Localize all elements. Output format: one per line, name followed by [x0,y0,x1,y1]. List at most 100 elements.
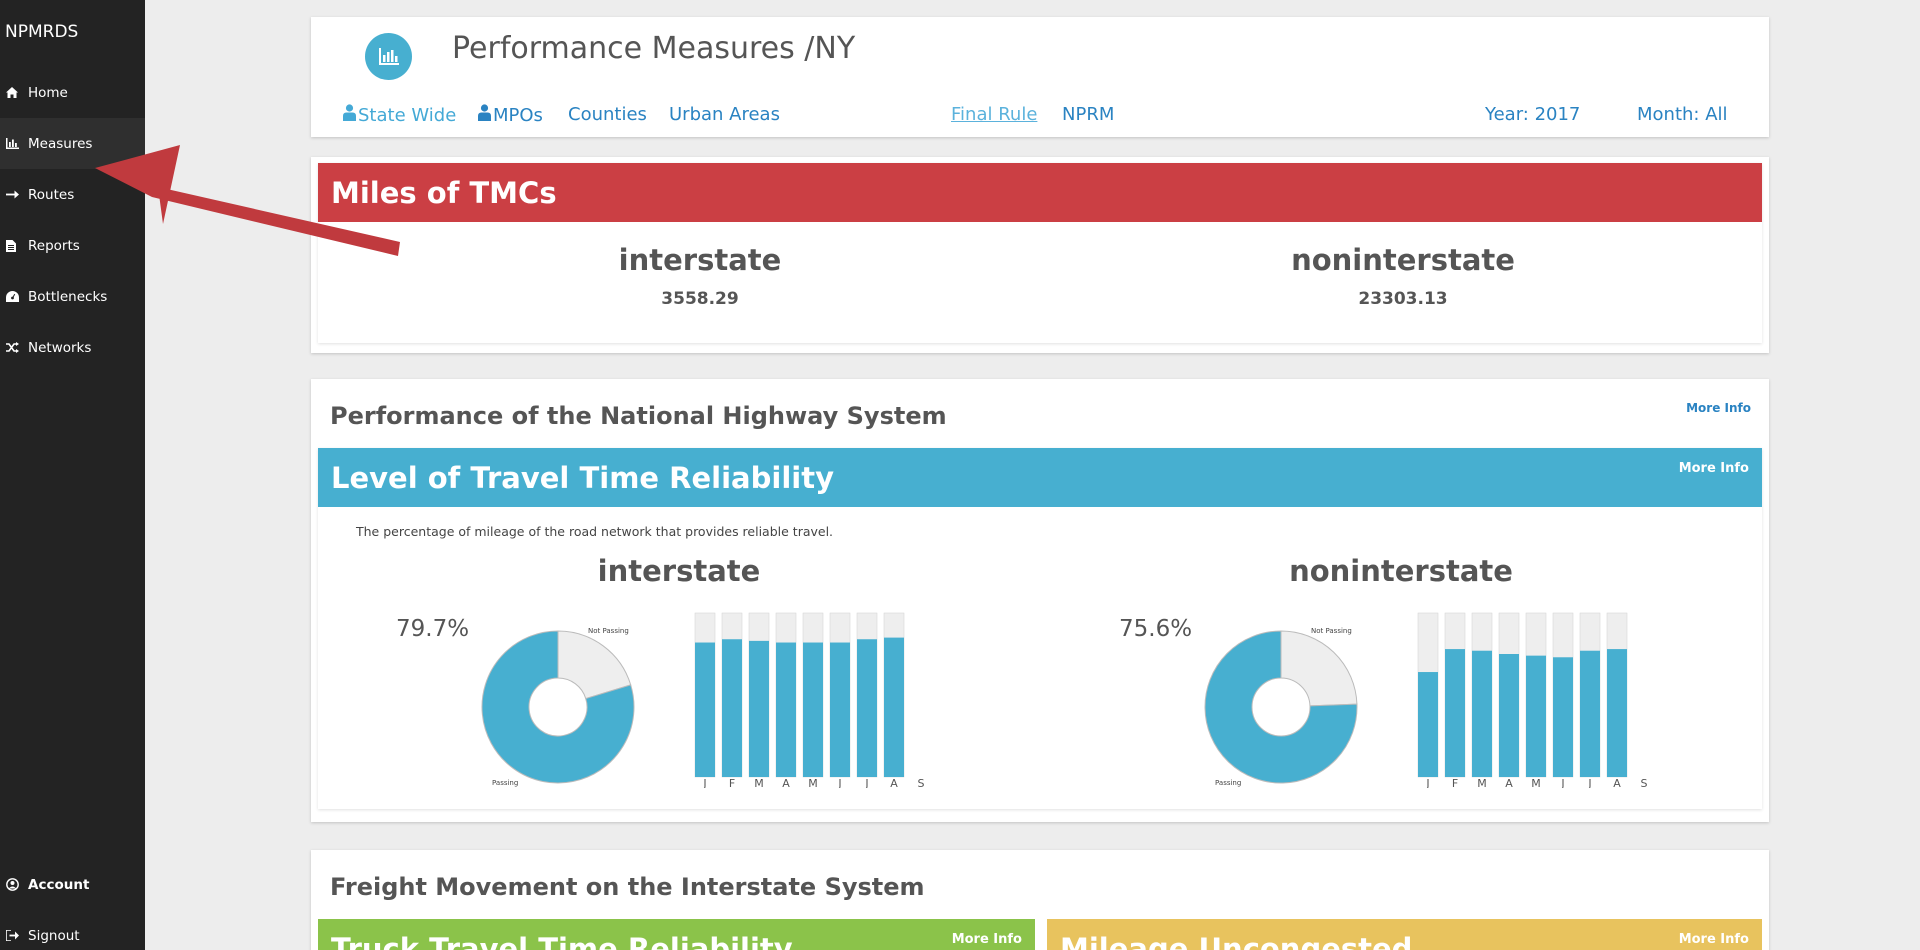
truck-reliability-title-text: Truck Travel Time Reliability [331,931,793,950]
sidebar: NPMRDS Home Measures Routes Reports Bott… [0,0,145,950]
arrow-right-icon [6,188,22,202]
noninterstate-miles-value: 23303.13 [1358,289,1448,309]
bar-chart-icon [6,137,22,151]
tab-counties[interactable]: Counties [568,104,647,125]
noninterstate-percent: 75.6% [1119,616,1193,642]
bar-tick-label: M [1531,777,1541,788]
sidebar-item-home[interactable]: Home [0,67,145,118]
miles-title: Miles of TMCs [318,163,1762,222]
brand-title[interactable]: NPMRDS [5,22,78,42]
bar [722,639,742,777]
user-circle-icon [6,878,22,892]
tab-urban-areas[interactable]: Urban Areas [669,104,780,125]
donut-label-not-passing: Not Passing [588,627,629,635]
truck-reliability-title: Truck Travel Time Reliability More Info [318,919,1035,950]
interstate-donut-chart: Not Passing Passing [481,627,635,787]
tab-state-wide[interactable]: State Wide [343,104,456,126]
tab-final-rule[interactable]: Final Rule [951,104,1037,125]
more-info-link[interactable]: More Info [952,932,1022,947]
sidebar-item-routes[interactable]: Routes [0,169,145,220]
lottr-title: Level of Travel Time Reliability More In… [318,448,1762,507]
sidebar-item-label: Measures [28,135,93,152]
bar-tick-label: A [1613,777,1621,788]
interstate-miles-value: 3558.29 [661,289,739,309]
bar-tick-label: M [1477,777,1487,788]
bar-tick-label: F [1452,777,1458,788]
donut-label-passing: Passing [492,779,518,787]
bar [1526,655,1546,777]
bar [884,637,904,777]
bar [830,642,850,777]
interstate-monthly-bar-chart: JFMAMJJASOND [694,612,925,788]
file-icon [6,239,22,253]
nhs-card: Performance of the National Highway Syst… [311,379,1769,822]
interstate-chart-heading: interstate [597,554,761,588]
mileage-uncongested-title-text: Mileage Uncongested [1060,931,1413,950]
noninterstate-chart-heading: noninterstate [1289,554,1513,588]
bar [1580,650,1600,777]
user-icon [343,104,356,126]
tab-mpos[interactable]: MPOs [478,104,543,126]
sign-out-icon [6,929,22,943]
sidebar-item-label: Bottlenecks [28,288,108,305]
bar-tick-label: M [754,777,764,788]
section-title: Performance of the National Highway Syst… [330,402,947,430]
sidebar-item-label: Reports [28,237,80,254]
bar-tick-label: J [864,777,868,788]
bar-tick-label: A [1505,777,1513,788]
bar [749,640,769,777]
mileage-uncongested-panel: Mileage Uncongested More Info [1047,919,1762,950]
sidebar-item-label: Signout [28,927,80,944]
interstate-percent: 79.7% [396,616,470,642]
tab-nprm[interactable]: NPRM [1062,104,1114,125]
miles-card: Miles of TMCs interstate 3558.29 noninte… [311,157,1769,353]
donut-slice-not-passing [1280,630,1358,707]
section-title: Freight Movement on the Interstate Syste… [330,873,925,901]
sidebar-item-label: Routes [28,186,75,203]
bar-tick-label: J [1587,777,1591,788]
month-selector[interactable]: Month: All [1637,104,1728,125]
truck-reliability-panel: Truck Travel Time Reliability More Info [318,919,1035,950]
bar [1445,649,1465,777]
sidebar-item-reports[interactable]: Reports [0,220,145,271]
dashboard-icon [6,290,22,304]
donut-label-passing: Passing [1215,779,1241,787]
lottr-panel: Level of Travel Time Reliability More In… [318,448,1762,809]
more-info-link[interactable]: More Info [1679,932,1749,947]
bar [1553,657,1573,777]
donut-label-not-passing: Not Passing [1311,627,1352,635]
page-title: Performance Measures /NY [452,31,856,66]
interstate-label: interstate [618,243,782,277]
more-info-link[interactable]: More Info [1679,461,1749,476]
bar [803,642,823,777]
bar [857,639,877,777]
bar-tick-label: A [890,777,898,788]
bar-tick-label: J [1560,777,1564,788]
sidebar-item-label: Account [28,876,90,893]
bar-tick-label: J [837,777,841,788]
user-icon [478,104,491,126]
sidebar-item-account[interactable]: Account [0,859,145,910]
year-selector[interactable]: Year: 2017 [1485,104,1580,125]
miles-panel: Miles of TMCs interstate 3558.29 noninte… [318,163,1762,343]
bar-tick-label: M [808,777,818,788]
bar [1472,650,1492,777]
sidebar-item-label: Home [28,84,68,101]
more-info-link[interactable]: More Info [1686,401,1751,415]
freight-card: Freight Movement on the Interstate Syste… [311,850,1769,950]
header-card: Performance Measures /NY State Wide MPOs… [311,17,1769,137]
bar-tick-label: S [1641,777,1648,788]
noninterstate-label: noninterstate [1291,243,1515,277]
lottr-title-text: Level of Travel Time Reliability [331,460,834,495]
sidebar-item-measures[interactable]: Measures [0,118,145,169]
bar-tick-label: J [702,777,706,788]
sidebar-item-networks[interactable]: Networks [0,322,145,373]
sidebar-item-label: Networks [28,339,92,356]
bar [1607,649,1627,777]
sidebar-item-bottlenecks[interactable]: Bottlenecks [0,271,145,322]
bar-tick-label: J [1425,777,1429,788]
noninterstate-donut-chart: Not Passing Passing [1204,627,1358,787]
bar-tick-label: F [729,777,735,788]
sidebar-item-signout[interactable]: Signout [0,910,145,950]
shuffle-icon [6,341,22,355]
